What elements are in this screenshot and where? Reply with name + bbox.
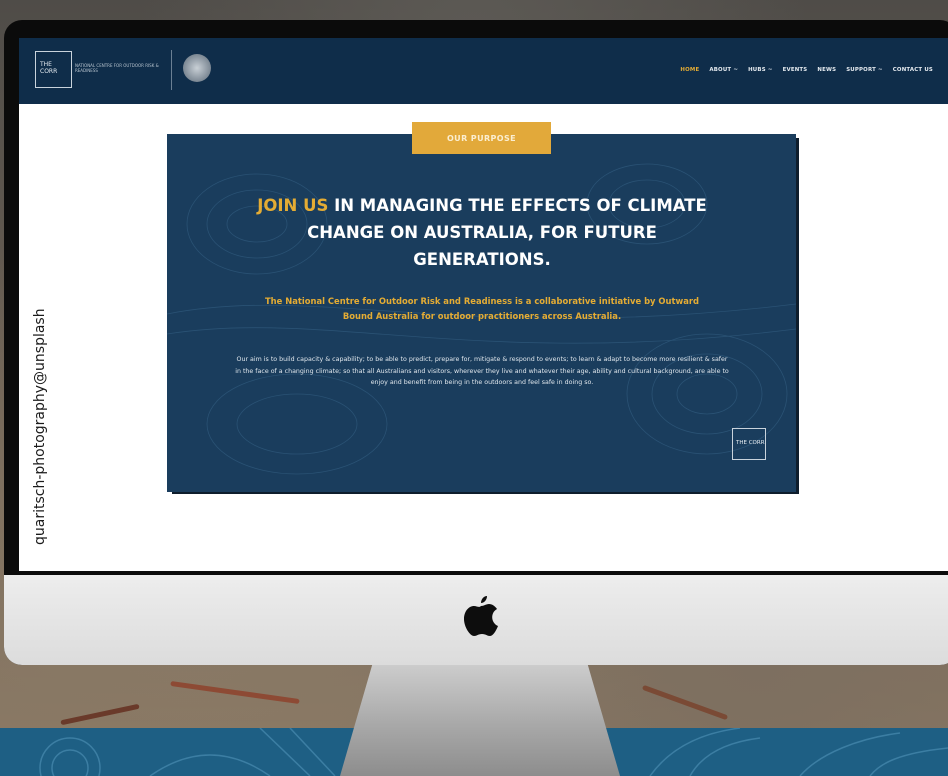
logo-tagline: NATIONAL CENTRE FOR OUTDOOR RISK & READI… bbox=[75, 63, 159, 73]
website-screen: THE CORR NATIONAL CENTRE FOR OUTDOOR RIS… bbox=[19, 38, 948, 571]
site-logo[interactable]: THE CORR bbox=[35, 51, 72, 88]
site-header: THE CORR NATIONAL CENTRE FOR OUTDOOR RIS… bbox=[19, 38, 948, 104]
purpose-panel: JOIN US IN MANAGING THE EFFECTS OF CLIMA… bbox=[167, 134, 796, 492]
nav-support[interactable]: SUPPORT ~ bbox=[846, 67, 883, 73]
main-nav: HOME ABOUT ~ HUBS ~ EVENTS NEWS SUPPORT … bbox=[680, 67, 933, 73]
twig bbox=[60, 703, 140, 726]
monitor-stand bbox=[340, 660, 620, 776]
nav-events[interactable]: EVENTS bbox=[783, 67, 808, 73]
nav-about[interactable]: ABOUT ~ bbox=[709, 67, 738, 73]
photo-credit: quaritsch-photography@unsplash bbox=[32, 308, 48, 545]
corner-logo: THE CORR bbox=[732, 428, 766, 460]
nav-hubs[interactable]: HUBS ~ bbox=[748, 67, 772, 73]
headline-rest: IN MANAGING THE EFFECTS OF CLIMATE CHANG… bbox=[307, 196, 707, 269]
twig bbox=[641, 684, 729, 721]
panel-body: Our aim is to build capacity & capabilit… bbox=[235, 356, 729, 386]
our-purpose-button[interactable]: OUR PURPOSE bbox=[412, 122, 551, 154]
panel-intro: The National Centre for Outdoor Risk and… bbox=[264, 296, 700, 321]
nav-news[interactable]: NEWS bbox=[817, 67, 836, 73]
twig bbox=[170, 680, 300, 705]
nav-divider bbox=[171, 50, 172, 90]
headline-highlight: JOIN US bbox=[257, 196, 329, 215]
apple-logo-icon bbox=[464, 596, 498, 636]
nav-home[interactable]: HOME bbox=[680, 67, 699, 73]
seal-icon bbox=[183, 54, 211, 82]
logo-text: THE CORR bbox=[40, 61, 58, 75]
nav-contact-us[interactable]: CONTACT US bbox=[893, 67, 933, 73]
panel-headline: JOIN US IN MANAGING THE EFFECTS OF CLIMA… bbox=[247, 192, 717, 273]
